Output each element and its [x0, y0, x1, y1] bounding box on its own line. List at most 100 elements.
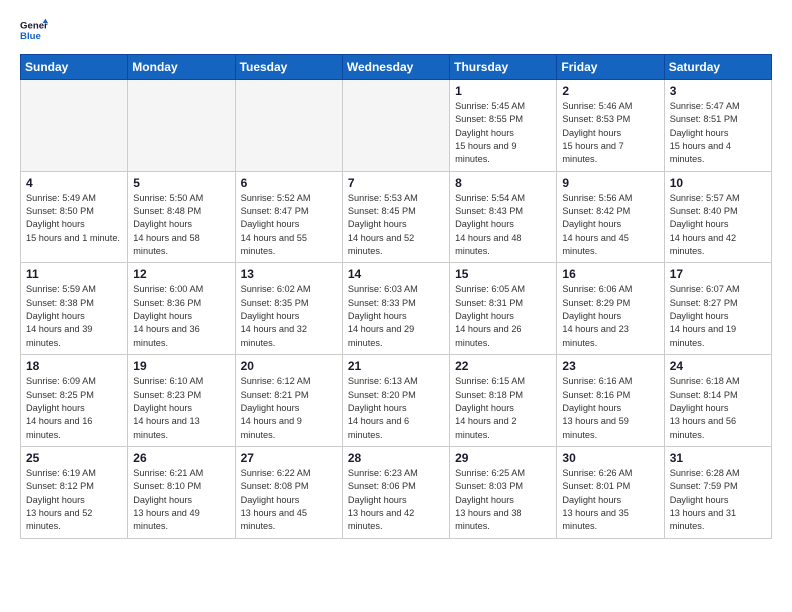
svg-text:Blue: Blue [20, 31, 41, 42]
calendar-day-cell: 8 Sunrise: 5:54 AMSunset: 8:43 PMDaylight… [450, 171, 557, 263]
day-number: 7 [348, 176, 444, 190]
weekday-header-sunday: Sunday [21, 55, 128, 80]
calendar-table: SundayMondayTuesdayWednesdayThursdayFrid… [20, 54, 772, 539]
day-number: 28 [348, 451, 444, 465]
weekday-header-tuesday: Tuesday [235, 55, 342, 80]
calendar-day-cell: 22Sunrise: 6:15 AMSunset: 8:18 PMDayligh… [450, 355, 557, 447]
day-number: 29 [455, 451, 551, 465]
day-number: 26 [133, 451, 229, 465]
day-number: 3 [670, 84, 766, 98]
day-info: Sunrise: 6:05 AMSunset: 8:31 PMDaylight … [455, 283, 551, 350]
calendar-week-row: 11 Sunrise: 5:59 AMSunset: 8:38 PMDayligh… [21, 263, 772, 355]
day-info: Sunrise: 6:22 AMSunset: 8:08 PMDaylight … [241, 467, 337, 534]
day-number: 2 [562, 84, 658, 98]
calendar-day-cell: 4 Sunrise: 5:49 AMSunset: 8:50 PMDaylight… [21, 171, 128, 263]
weekday-header-wednesday: Wednesday [342, 55, 449, 80]
day-info: Sunrise: 6:23 AMSunset: 8:06 PMDaylight … [348, 467, 444, 534]
day-info: Sunrise: 5:56 AMSunset: 8:42 PMDaylight … [562, 192, 658, 259]
day-info: Sunrise: 5:54 AMSunset: 8:43 PMDaylight … [455, 192, 551, 259]
day-info: Sunrise: 5:57 AMSunset: 8:40 PMDaylight … [670, 192, 766, 259]
day-number: 13 [241, 267, 337, 281]
calendar-day-cell [128, 80, 235, 172]
day-number: 12 [133, 267, 229, 281]
day-info: Sunrise: 5:50 AMSunset: 8:48 PMDaylight … [133, 192, 229, 259]
weekday-header-row: SundayMondayTuesdayWednesdayThursdayFrid… [21, 55, 772, 80]
day-info: Sunrise: 6:06 AMSunset: 8:29 PMDaylight … [562, 283, 658, 350]
calendar-day-cell: 14Sunrise: 6:03 AMSunset: 8:33 PMDayligh… [342, 263, 449, 355]
calendar-day-cell [21, 80, 128, 172]
calendar-day-cell: 12 Sunrise: 6:00 AMSunset: 8:36 PMDayligh… [128, 263, 235, 355]
weekday-header-monday: Monday [128, 55, 235, 80]
day-info: Sunrise: 6:26 AMSunset: 8:01 PMDaylight … [562, 467, 658, 534]
day-number: 17 [670, 267, 766, 281]
day-info: Sunrise: 6:07 AMSunset: 8:27 PMDaylight … [670, 283, 766, 350]
calendar-day-cell: 29 Sunrise: 6:25 AMSunset: 8:03 PMDayligh… [450, 446, 557, 538]
day-number: 8 [455, 176, 551, 190]
day-info: Sunrise: 5:49 AMSunset: 8:50 PMDaylight … [26, 192, 122, 245]
calendar-week-row: 4 Sunrise: 5:49 AMSunset: 8:50 PMDaylight… [21, 171, 772, 263]
calendar-day-cell: 7 Sunrise: 5:53 AMSunset: 8:45 PMDaylight… [342, 171, 449, 263]
day-number: 6 [241, 176, 337, 190]
calendar-day-cell: 27Sunrise: 6:22 AMSunset: 8:08 PMDayligh… [235, 446, 342, 538]
calendar-day-cell: 19 Sunrise: 6:10 AMSunset: 8:23 PMDayligh… [128, 355, 235, 447]
calendar-day-cell: 11 Sunrise: 5:59 AMSunset: 8:38 PMDayligh… [21, 263, 128, 355]
day-info: Sunrise: 6:19 AMSunset: 8:12 PMDaylight … [26, 467, 122, 534]
calendar-day-cell: 30 Sunrise: 6:26 AMSunset: 8:01 PMDayligh… [557, 446, 664, 538]
logo: General Blue [20, 16, 52, 44]
calendar-day-cell: 20 Sunrise: 6:12 AMSunset: 8:21 PMDayligh… [235, 355, 342, 447]
day-info: Sunrise: 6:25 AMSunset: 8:03 PMDaylight … [455, 467, 551, 534]
calendar-day-cell: 28 Sunrise: 6:23 AMSunset: 8:06 PMDayligh… [342, 446, 449, 538]
day-number: 4 [26, 176, 122, 190]
day-info: Sunrise: 6:00 AMSunset: 8:36 PMDaylight … [133, 283, 229, 350]
calendar-day-cell [342, 80, 449, 172]
day-number: 24 [670, 359, 766, 373]
day-number: 16 [562, 267, 658, 281]
day-info: Sunrise: 6:13 AMSunset: 8:20 PMDaylight … [348, 375, 444, 442]
day-info: Sunrise: 6:18 AMSunset: 8:14 PMDaylight … [670, 375, 766, 442]
day-number: 25 [26, 451, 122, 465]
day-number: 14 [348, 267, 444, 281]
day-number: 15 [455, 267, 551, 281]
weekday-header-friday: Friday [557, 55, 664, 80]
calendar-day-cell [235, 80, 342, 172]
day-number: 5 [133, 176, 229, 190]
day-number: 21 [348, 359, 444, 373]
calendar-week-row: 18Sunrise: 6:09 AMSunset: 8:25 PMDayligh… [21, 355, 772, 447]
page-header: General Blue [20, 16, 772, 44]
calendar-day-cell: 25 Sunrise: 6:19 AMSunset: 8:12 PMDayligh… [21, 446, 128, 538]
day-info: Sunrise: 6:15 AMSunset: 8:18 PMDaylight … [455, 375, 551, 442]
day-number: 1 [455, 84, 551, 98]
day-info: Sunrise: 5:47 AMSunset: 8:51 PMDaylight … [670, 100, 766, 167]
day-number: 18 [26, 359, 122, 373]
day-info: Sunrise: 5:52 AMSunset: 8:47 PMDaylight … [241, 192, 337, 259]
day-number: 31 [670, 451, 766, 465]
day-info: Sunrise: 6:10 AMSunset: 8:23 PMDaylight … [133, 375, 229, 442]
calendar-day-cell: 2Sunrise: 5:46 AMSunset: 8:53 PMDaylight… [557, 80, 664, 172]
calendar-day-cell: 15 Sunrise: 6:05 AMSunset: 8:31 PMDayligh… [450, 263, 557, 355]
logo-icon: General Blue [20, 16, 48, 44]
calendar-day-cell: 24 Sunrise: 6:18 AMSunset: 8:14 PMDayligh… [664, 355, 771, 447]
day-number: 20 [241, 359, 337, 373]
calendar-week-row: 1Sunrise: 5:45 AMSunset: 8:55 PMDaylight… [21, 80, 772, 172]
calendar-week-row: 25 Sunrise: 6:19 AMSunset: 8:12 PMDayligh… [21, 446, 772, 538]
day-number: 30 [562, 451, 658, 465]
day-info: Sunrise: 6:12 AMSunset: 8:21 PMDaylight … [241, 375, 337, 442]
calendar-day-cell: 26 Sunrise: 6:21 AMSunset: 8:10 PMDayligh… [128, 446, 235, 538]
day-info: Sunrise: 5:59 AMSunset: 8:38 PMDaylight … [26, 283, 122, 350]
weekday-header-thursday: Thursday [450, 55, 557, 80]
calendar-day-cell: 6 Sunrise: 5:52 AMSunset: 8:47 PMDaylight… [235, 171, 342, 263]
day-number: 19 [133, 359, 229, 373]
day-info: Sunrise: 5:53 AMSunset: 8:45 PMDaylight … [348, 192, 444, 259]
calendar-day-cell: 5 Sunrise: 5:50 AMSunset: 8:48 PMDaylight… [128, 171, 235, 263]
calendar-day-cell: 21 Sunrise: 6:13 AMSunset: 8:20 PMDayligh… [342, 355, 449, 447]
day-number: 9 [562, 176, 658, 190]
day-info: Sunrise: 6:21 AMSunset: 8:10 PMDaylight … [133, 467, 229, 534]
calendar-day-cell: 10Sunrise: 5:57 AMSunset: 8:40 PMDayligh… [664, 171, 771, 263]
calendar-day-cell: 23Sunrise: 6:16 AMSunset: 8:16 PMDayligh… [557, 355, 664, 447]
day-info: Sunrise: 6:02 AMSunset: 8:35 PMDaylight … [241, 283, 337, 350]
calendar-day-cell: 1Sunrise: 5:45 AMSunset: 8:55 PMDaylight… [450, 80, 557, 172]
calendar-day-cell: 31Sunrise: 6:28 AMSunset: 7:59 PMDayligh… [664, 446, 771, 538]
day-number: 11 [26, 267, 122, 281]
weekday-header-saturday: Saturday [664, 55, 771, 80]
calendar-day-cell: 3 Sunrise: 5:47 AMSunset: 8:51 PMDaylight… [664, 80, 771, 172]
